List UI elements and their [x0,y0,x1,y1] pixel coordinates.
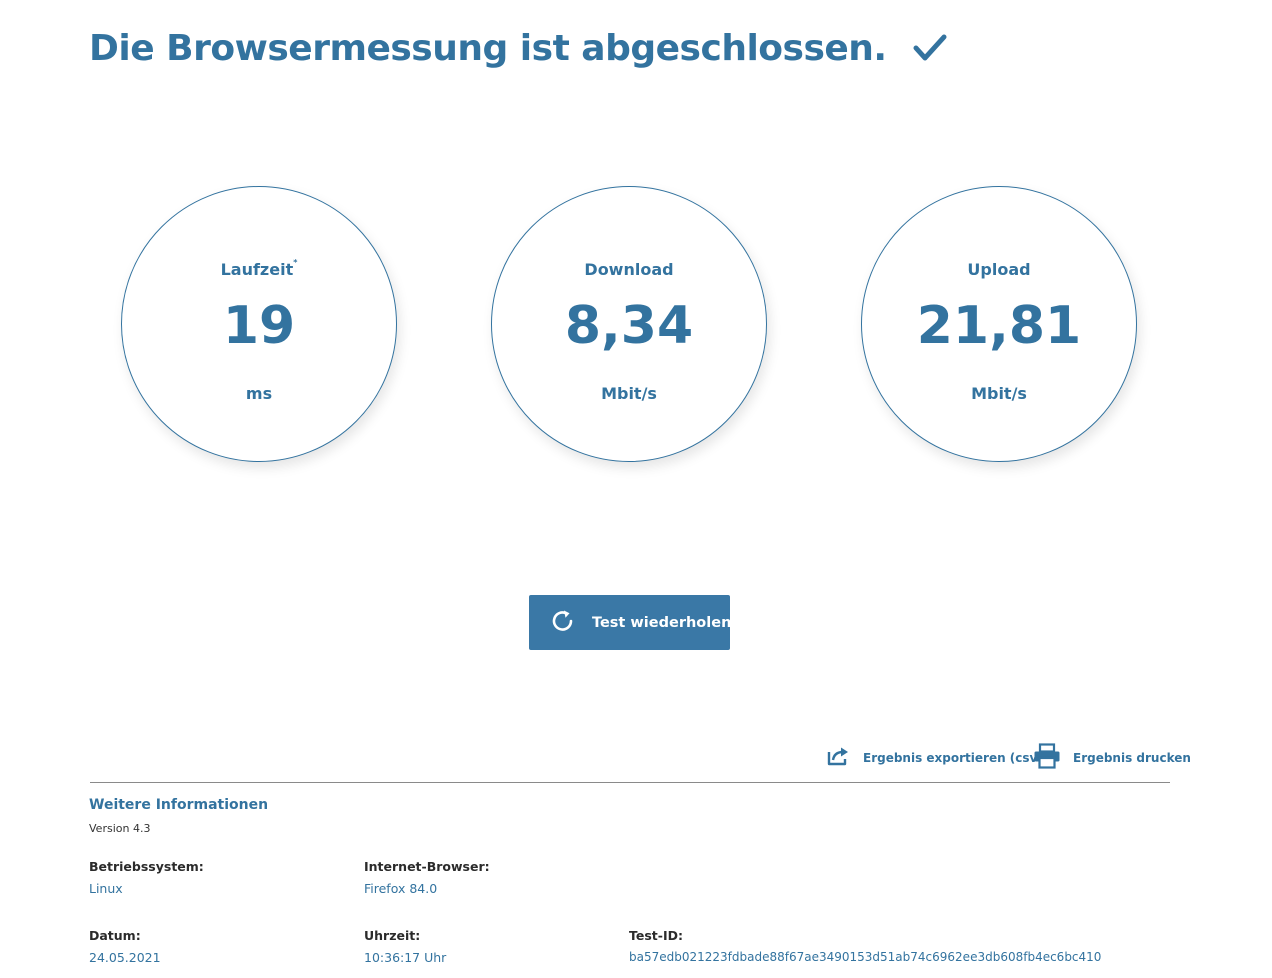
latency-value: 19 [222,296,296,356]
browser-label: Internet-Browser: [364,859,490,874]
time-value: 10:36:17 Uhr [364,950,447,965]
repeat-test-button[interactable]: Test wiederholen [529,595,732,650]
os-value: Linux [89,881,123,896]
info-title: Weitere Informationen [89,797,269,813]
upload-unit: Mbit/s [971,384,1027,403]
download-value: 8,34 [564,296,694,356]
download-gauge: Download 8,34 Mbit/s [491,186,767,462]
print-link[interactable]: Ergebnis drucken [1033,743,1191,772]
export-csv-link[interactable]: Ergebnis exportieren (csv) [827,745,1043,770]
print-label: Ergebnis drucken [1073,750,1191,765]
latency-gauge: Laufzeit* 19 ms [121,186,397,462]
time-label: Uhrzeit: [364,928,421,943]
refresh-icon [550,608,576,638]
date-label: Datum: [89,928,141,943]
section-divider [90,782,1170,783]
latency-label: Laufzeit* [220,257,298,279]
version-text: Version 4.3 [89,822,151,835]
download-label: Download [584,260,674,279]
latency-unit: ms [245,384,273,403]
export-label: Ergebnis exportieren (csv) [863,750,1043,765]
test-id-value: ba57edb021223fdbade88f67ae3490153d51ab74… [629,950,1102,964]
os-label: Betriebssystem: [89,859,204,874]
upload-value: 21,81 [916,296,1082,356]
repeat-test-label: Test wiederholen [592,614,732,631]
upload-gauge: Upload 21,81 Mbit/s [861,186,1137,462]
download-unit: Mbit/s [601,384,657,403]
check-icon [913,33,947,63]
page-header: Die Browsermessung ist abgeschlossen. [89,20,947,76]
upload-label: Upload [967,260,1031,279]
page-title: Die Browsermessung ist abgeschlossen. [89,27,887,69]
footnote-mark: * [293,257,298,267]
date-value: 24.05.2021 [89,950,161,965]
test-id-label: Test-ID: [629,928,683,943]
results-page: Die Browsermessung ist abgeschlossen. La… [0,0,1272,978]
printer-icon [1033,743,1061,772]
browser-value: Firefox 84.0 [364,881,438,896]
export-icon [827,745,851,770]
